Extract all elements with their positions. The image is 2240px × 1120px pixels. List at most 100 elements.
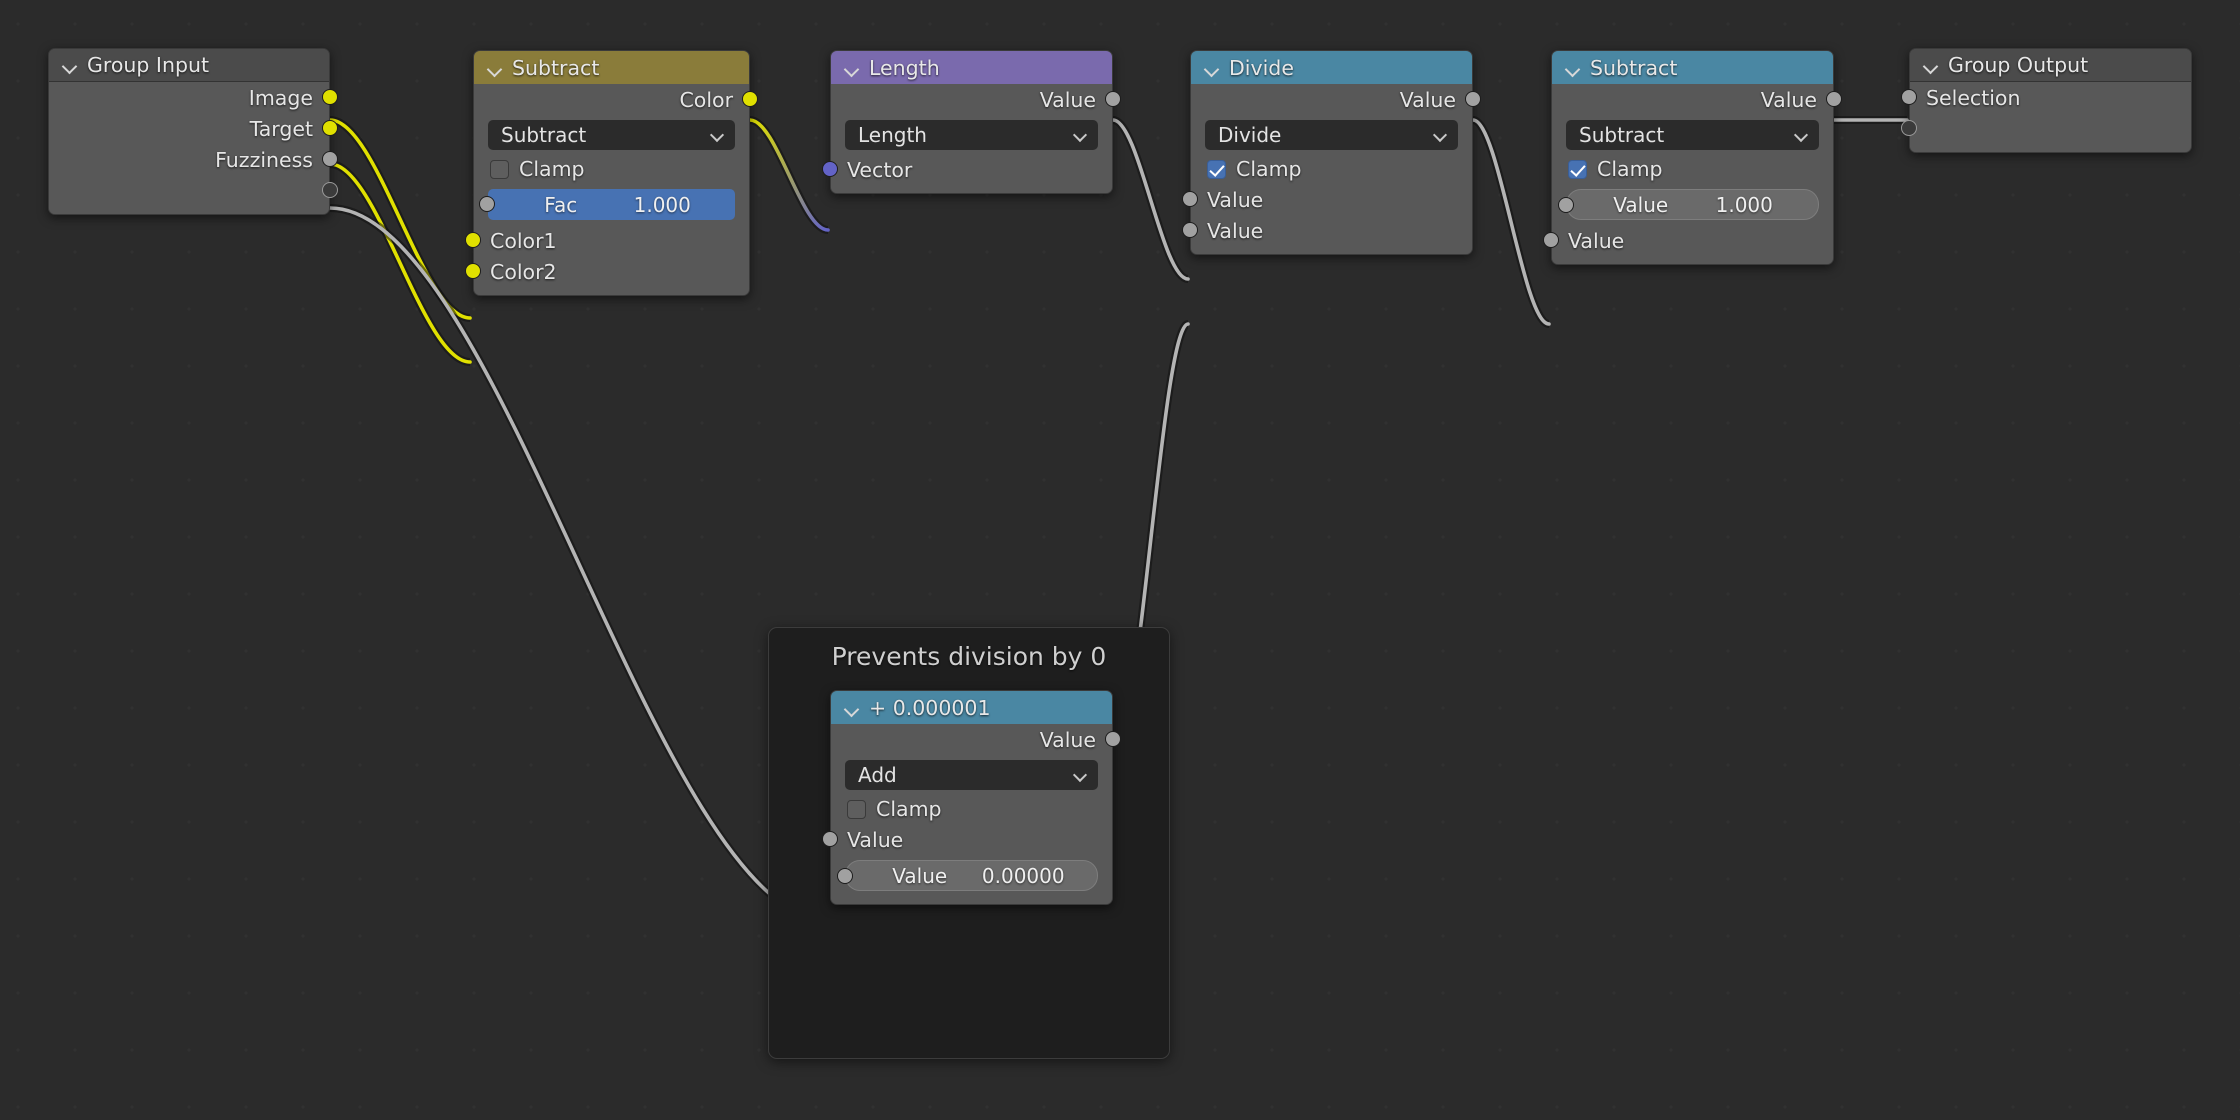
node-title: Group Input	[87, 53, 210, 77]
output-socket-row[interactable]: Value	[1191, 84, 1481, 115]
input-socket-row[interactable]: Value	[822, 824, 1112, 855]
socket-label: Target	[249, 116, 313, 141]
operation-dropdown[interactable]: Divide	[1205, 120, 1458, 150]
socket-out-empty[interactable]	[322, 182, 338, 198]
socket-label: Color2	[490, 259, 557, 284]
output-socket-row[interactable]: Color	[474, 84, 758, 115]
operation-dropdown[interactable]: Subtract	[488, 120, 735, 150]
output-socket-row[interactable]: Image	[49, 82, 338, 113]
clamp-checkbox-row[interactable]: Clamp	[1552, 154, 1833, 184]
socket-label: Color1	[490, 228, 557, 253]
output-socket-row[interactable]: Value	[1552, 84, 1842, 115]
socket-in-value2[interactable]	[837, 868, 853, 884]
operation-dropdown[interactable]: Add	[845, 760, 1098, 790]
dropdown-value: Subtract	[1579, 123, 1665, 147]
field-value: 1.000	[633, 192, 691, 217]
output-socket-row[interactable]: Value	[831, 84, 1121, 115]
node-header[interactable]: Group Output	[1910, 49, 2191, 82]
fac-slider[interactable]: Fac 1.000	[479, 189, 735, 220]
chevron-down-icon	[1795, 128, 1809, 142]
input-socket-row[interactable]: Selection	[1901, 82, 2191, 113]
socket-in-value[interactable]	[1558, 197, 1574, 213]
socket-in-empty[interactable]	[1901, 120, 1917, 136]
clamp-checkbox-row[interactable]: Clamp	[831, 794, 1112, 824]
chevron-down-icon	[1074, 128, 1088, 142]
chevron-down-icon[interactable]	[62, 57, 78, 73]
input-socket-row[interactable]: Value	[1182, 215, 1472, 246]
chevron-down-icon[interactable]	[1565, 60, 1581, 76]
socket-out-color[interactable]	[742, 91, 758, 107]
input-socket-row[interactable]: Vector	[822, 154, 1112, 185]
value-field[interactable]: Value 0.00000	[837, 860, 1098, 891]
chevron-down-icon[interactable]	[487, 60, 503, 76]
node-divide[interactable]: Divide Value Divide Clamp Value Value	[1182, 50, 1481, 255]
node-header[interactable]: Subtract	[474, 51, 749, 84]
dropdown-value: Length	[858, 123, 927, 147]
node-title: Subtract	[1590, 55, 1678, 80]
node-header[interactable]: Group Input	[49, 49, 329, 82]
output-socket-row[interactable]: Fuzziness	[49, 144, 338, 175]
node-subtract-math[interactable]: Subtract Value Subtract Clamp Value 1.000 Valu…	[1543, 50, 1842, 265]
socket-out-fuzziness[interactable]	[322, 151, 338, 167]
node-body: Color Subtract Clamp Fac 1.000 Color1 Color2	[465, 84, 758, 295]
field-label: Value	[892, 863, 948, 888]
socket-label: Selection	[1926, 85, 2021, 110]
chevron-down-icon[interactable]	[1204, 60, 1220, 76]
checkbox[interactable]	[1568, 159, 1587, 179]
node-body: Value Subtract Clamp Value 1.000 Value	[1543, 84, 1842, 264]
input-socket-row[interactable]: Color1	[465, 225, 749, 256]
socket-out-value[interactable]	[1105, 91, 1121, 107]
node-header[interactable]: Divide	[1191, 51, 1472, 84]
socket-label: Value	[1760, 87, 1817, 112]
input-socket-row[interactable]	[1901, 113, 2191, 144]
field-label: Value	[1613, 192, 1669, 217]
checkbox-label: Clamp	[1236, 157, 1302, 181]
input-socket-row[interactable]: Value	[1543, 225, 1833, 256]
operation-dropdown[interactable]: Length	[845, 120, 1098, 150]
node-add-epsilon[interactable]: + 0.000001 Value Add Clamp Value Value 0.00000	[822, 690, 1121, 905]
input-socket-row[interactable]: Value	[1182, 184, 1472, 215]
operation-dropdown[interactable]: Subtract	[1566, 120, 1819, 150]
chevron-down-icon	[711, 128, 725, 142]
socket-in-value[interactable]	[1182, 222, 1198, 238]
socket-in-fac[interactable]	[479, 196, 495, 212]
socket-in-vector[interactable]	[822, 161, 838, 177]
node-header[interactable]: Length	[831, 51, 1112, 84]
clamp-checkbox-row[interactable]: Clamp	[474, 154, 749, 184]
node-length[interactable]: Length Value Length Vector	[822, 50, 1121, 194]
socket-label: Value	[1039, 727, 1096, 752]
value-field[interactable]: Value 1.000	[1558, 189, 1819, 220]
node-subtract-color[interactable]: Subtract Color Subtract Clamp Fac 1.000 Color1…	[465, 50, 758, 296]
socket-in-selection[interactable]	[1901, 89, 1917, 105]
socket-out-value[interactable]	[1105, 731, 1121, 747]
checkbox[interactable]	[1207, 159, 1226, 179]
chevron-down-icon[interactable]	[844, 700, 860, 716]
node-group-output[interactable]: Group Output Selection	[1901, 48, 2192, 153]
socket-out-value[interactable]	[1826, 91, 1842, 107]
field-value: 0.00000	[981, 863, 1065, 888]
output-socket-row[interactable]: Value	[831, 724, 1121, 755]
clamp-checkbox-row[interactable]: Clamp	[1191, 154, 1472, 184]
chevron-down-icon[interactable]	[1923, 57, 1939, 73]
socket-in-color1[interactable]	[465, 232, 481, 248]
node-header[interactable]: + 0.000001	[831, 691, 1112, 724]
checkbox[interactable]	[847, 799, 866, 819]
socket-in-value[interactable]	[822, 831, 838, 847]
socket-in-value[interactable]	[1543, 232, 1559, 248]
socket-out-image[interactable]	[322, 89, 338, 105]
node-body: Selection	[1901, 82, 2191, 152]
output-socket-row[interactable]	[49, 175, 338, 206]
output-socket-row[interactable]: Target	[49, 113, 338, 144]
socket-out-target[interactable]	[322, 120, 338, 136]
node-group-input[interactable]: Group Input Image Target Fuzziness	[48, 48, 338, 215]
checkbox-label: Clamp	[519, 157, 585, 181]
chevron-down-icon[interactable]	[844, 60, 860, 76]
checkbox[interactable]	[490, 159, 509, 179]
node-body: Value Length Vector	[822, 84, 1121, 193]
socket-label: Value	[1207, 218, 1264, 243]
socket-in-color2[interactable]	[465, 263, 481, 279]
socket-out-value[interactable]	[1465, 91, 1481, 107]
socket-in-value[interactable]	[1182, 191, 1198, 207]
node-header[interactable]: Subtract	[1552, 51, 1833, 84]
input-socket-row[interactable]: Color2	[465, 256, 749, 287]
